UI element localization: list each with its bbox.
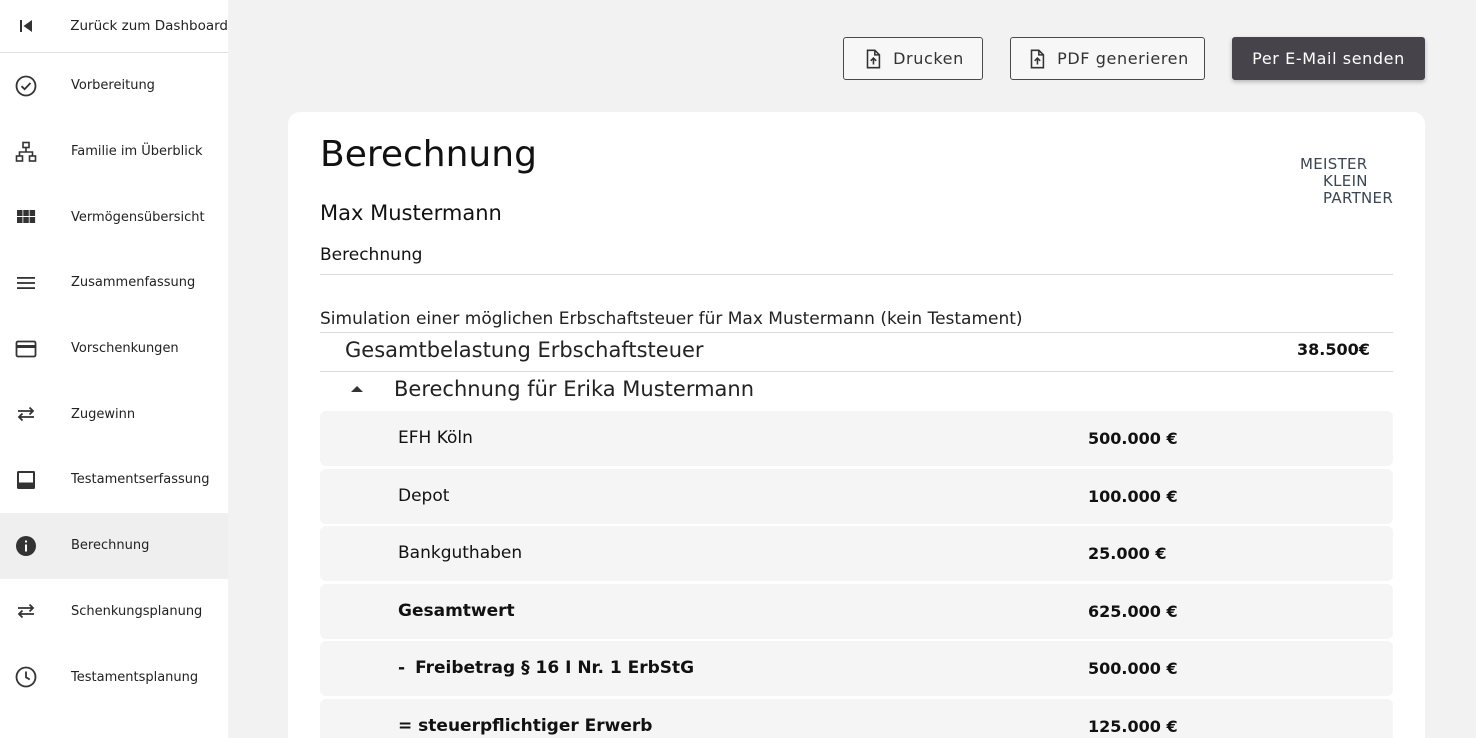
row-label: = steuerpflichtiger Erwerb [398, 715, 653, 736]
sidebar-item-label: Vorschenkungen [71, 341, 179, 357]
send-email-button[interactable]: Per E-Mail senden [1232, 37, 1425, 80]
row-label: Freibetrag § 16 I Nr. 1 ErbStG [415, 658, 695, 679]
table-row-taxable: = steuerpflichtiger Erwerb 125.000 € [320, 698, 1393, 738]
sidebar-item-label: Zusammenfassung [71, 275, 196, 291]
table-row: Bankguthaben 25.000 € [320, 526, 1393, 582]
menu-lines-icon [0, 271, 71, 295]
sidebar-item-label: Zugewinn [71, 406, 136, 422]
print-button-label: Drucken [893, 49, 964, 68]
logo-line: PARTNER [1323, 189, 1394, 207]
sidebar-item-zusammenfassung[interactable]: Zusammenfassung [0, 250, 228, 316]
sidebar-item-label: Schenkungsplanung [71, 603, 203, 619]
sidebar-item-testamentserfassung[interactable]: Testamentserfassung [0, 447, 228, 513]
sidebar-item-label: Familie im Überblick [71, 144, 203, 160]
table-row-allowance: - Freibetrag § 16 I Nr. 1 ErbStG 500.000 … [320, 641, 1393, 697]
file-upload-icon [1030, 49, 1045, 68]
check-circle-icon [0, 74, 71, 98]
logo-line: KLEIN [1323, 172, 1368, 190]
sidebar-item-vermoegen[interactable]: Vermögensübersicht [0, 184, 228, 250]
swap-arrows-icon [0, 599, 71, 623]
total-tax-label: Gesamtbelastung Erbschaftsteuer [345, 338, 704, 362]
person-name: Max Mustermann [320, 201, 502, 225]
table-row: EFH Köln 500.000 € [320, 411, 1393, 466]
sidebar-item-zugewinn[interactable]: Zugewinn [0, 381, 228, 447]
company-logo: MEISTER KLEIN PARTNER [1300, 156, 1400, 207]
row-prefix: - [398, 658, 406, 679]
row-label: Bankguthaben [398, 543, 523, 564]
page-title: Berechnung [320, 134, 537, 175]
row-value: 625.000 € [1088, 601, 1178, 621]
divider [320, 371, 1393, 372]
sidebar-item-schenkungsplanung[interactable]: Schenkungsplanung [0, 579, 228, 645]
generate-pdf-button[interactable]: PDF generieren [1010, 37, 1205, 80]
logo-line: MEISTER [1300, 155, 1368, 173]
collapse-arrow-icon[interactable] [351, 386, 363, 392]
sidebar-item-familie[interactable]: Familie im Überblick [0, 119, 228, 185]
skip-previous-icon [0, 14, 70, 38]
send-email-button-label: Per E-Mail senden [1252, 49, 1405, 68]
divider [320, 274, 1393, 275]
info-icon [0, 534, 71, 558]
back-to-dashboard-label: Zurück zum Dashboard [70, 18, 228, 34]
print-button[interactable]: Drucken [843, 37, 983, 80]
swap-arrows-icon [0, 402, 71, 426]
row-label: Gesamtwert [398, 600, 515, 621]
row-value: 500.000 € [1088, 659, 1178, 679]
sidebar-item-label: Vermögensübersicht [71, 209, 205, 225]
row-value: 100.000 € [1088, 486, 1178, 506]
org-chart-icon [0, 140, 71, 164]
inbox-icon [0, 468, 71, 492]
section-subtitle: Berechnung [320, 245, 423, 265]
simulation-description: Simulation einer möglichen Erbschaftsteu… [320, 309, 1023, 329]
row-label: Depot [398, 485, 450, 506]
generate-pdf-button-label: PDF generieren [1057, 49, 1189, 68]
divider [320, 332, 1393, 333]
row-label: EFH Köln [398, 428, 473, 448]
back-to-dashboard-link[interactable]: Zurück zum Dashboard [0, 0, 228, 53]
sidebar-item-testamentsplanung[interactable]: Testamentsplanung [0, 644, 228, 710]
table-row-total: Gesamtwert 625.000 € [320, 583, 1393, 639]
grid-icon [0, 205, 71, 229]
calculation-card: Berechnung MEISTER KLEIN PARTNER Max Mus… [288, 112, 1425, 738]
section-header-erika[interactable]: Berechnung für Erika Mustermann [394, 377, 754, 401]
total-tax-value: 38.500€ [1297, 340, 1370, 359]
file-upload-icon [866, 49, 881, 68]
sidebar-item-label: Vorbereitung [71, 78, 155, 94]
calculation-rows: EFH Köln 500.000 € Depot 100.000 € Bankg… [320, 411, 1393, 738]
sidebar: Zurück zum Dashboard Vorbereitung Famili… [0, 0, 228, 738]
row-label-wrapper: - Freibetrag § 16 I Nr. 1 ErbStG [398, 658, 694, 678]
row-value: 500.000 € [1088, 429, 1178, 448]
sidebar-item-vorschenkungen[interactable]: Vorschenkungen [0, 316, 228, 382]
sidebar-item-vorbereitung[interactable]: Vorbereitung [0, 53, 228, 119]
clock-icon [0, 665, 71, 689]
sidebar-item-berechnung[interactable]: Berechnung [0, 512, 228, 579]
row-value: 125.000 € [1088, 716, 1178, 736]
credit-card-icon [0, 337, 71, 361]
sidebar-item-label: Testamentserfassung [71, 472, 210, 488]
sidebar-item-label: Berechnung [71, 538, 150, 554]
table-row: Depot 100.000 € [320, 468, 1393, 524]
row-value: 25.000 € [1088, 544, 1167, 564]
sidebar-item-label: Testamentsplanung [71, 669, 199, 685]
